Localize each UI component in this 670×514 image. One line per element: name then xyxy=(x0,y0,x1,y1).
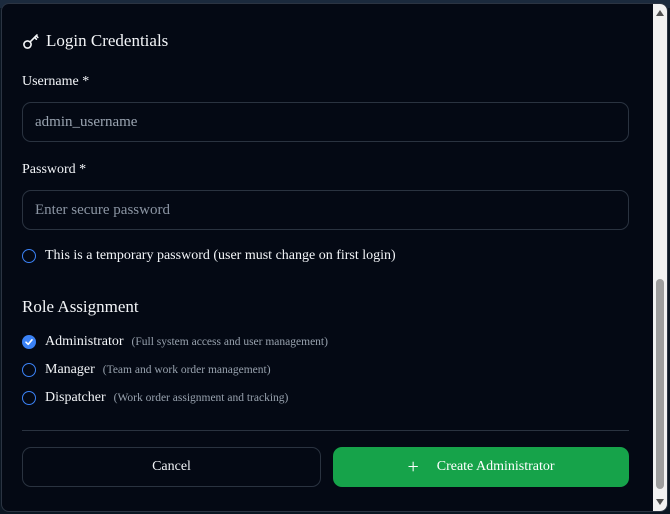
password-input[interactable] xyxy=(22,190,629,230)
scroll-down-arrow-icon[interactable] xyxy=(656,499,664,505)
password-label: Password * xyxy=(22,162,87,177)
temporary-password-label: This is a temporary password (user must … xyxy=(45,248,396,263)
role-label: Administrator xyxy=(45,334,124,349)
key-icon xyxy=(23,34,39,49)
role-label: Dispatcher xyxy=(45,390,106,405)
role-option-administrator[interactable]: Administrator (Full system access and us… xyxy=(22,334,328,350)
username-input[interactable] xyxy=(22,102,629,142)
vertical-scrollbar[interactable] xyxy=(653,4,667,511)
scroll-thumb[interactable] xyxy=(656,279,664,489)
role-option-manager[interactable]: Manager (Team and work order management) xyxy=(22,362,271,378)
role-description: (Team and work order management) xyxy=(102,364,271,376)
scroll-up-arrow-icon[interactable] xyxy=(656,10,664,16)
create-button-label: Create Administrator xyxy=(436,459,555,474)
cancel-button[interactable]: Cancel xyxy=(22,447,321,487)
plus-icon: + xyxy=(407,456,419,478)
create-user-dialog: Login Credentials Username * Password * … xyxy=(1,3,668,512)
role-description: (Full system access and user management) xyxy=(131,336,328,348)
manager-radio[interactable] xyxy=(22,363,36,377)
role-assignment-heading: Role Assignment xyxy=(22,297,139,316)
role-label: Manager xyxy=(45,362,95,377)
username-label: Username * xyxy=(22,74,90,89)
dispatcher-radio[interactable] xyxy=(22,391,36,405)
administrator-radio-checked[interactable] xyxy=(22,335,36,349)
section-title: Login Credentials xyxy=(22,31,168,51)
role-option-dispatcher[interactable]: Dispatcher (Work order assignment and tr… xyxy=(22,390,288,406)
role-description: (Work order assignment and tracking) xyxy=(113,392,289,404)
section-title-text: Login Credentials xyxy=(46,31,169,50)
temporary-password-option[interactable]: This is a temporary password (user must … xyxy=(22,248,396,264)
check-icon xyxy=(25,338,33,346)
create-administrator-button[interactable]: + Create Administrator xyxy=(333,447,629,487)
footer-divider xyxy=(22,430,629,431)
temporary-password-radio[interactable] xyxy=(22,249,36,263)
